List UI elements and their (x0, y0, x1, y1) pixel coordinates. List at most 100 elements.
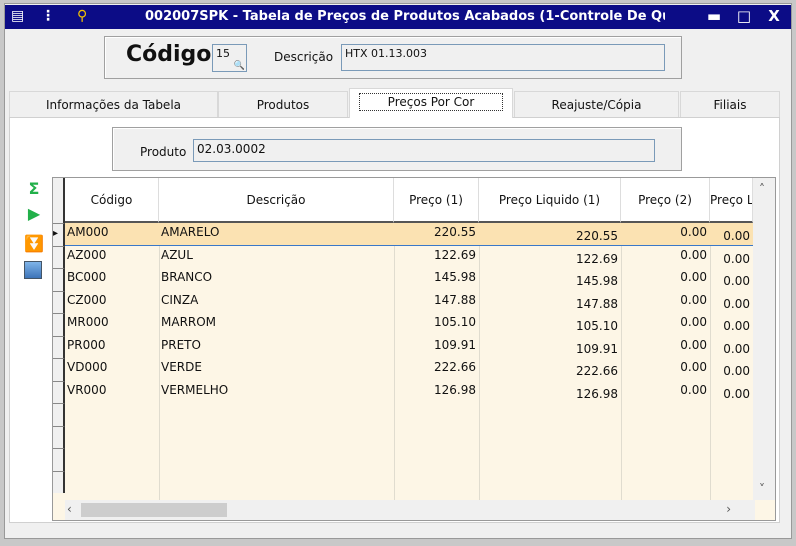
table-cell: BC000 (67, 270, 107, 284)
maximize-button[interactable]: □ (733, 7, 755, 25)
row-indicator[interactable] (53, 358, 65, 381)
tab-precos-por-cor[interactable]: Preços Por Cor (349, 88, 513, 118)
tab-reajuste-copia[interactable]: Reajuste/Cópia (514, 91, 679, 117)
table-cell: BRANCO (161, 270, 213, 284)
table-cell: MARROM (161, 315, 217, 329)
table-cell: 0.00 (723, 251, 750, 266)
column-header[interactable]: Preço L (710, 178, 753, 223)
column-header[interactable]: Código (65, 178, 159, 223)
table-cell: 220.55 (576, 229, 618, 243)
table-row[interactable]: AM000 AMARELO 220.55 220.55 0.00 0.00 (65, 223, 753, 246)
table-row[interactable]: PR000 PRETO 109.91 109.91 0.00 0.00 (65, 336, 753, 359)
title-bar: ▤ ⋮ ⚲ 002007SPK - Tabela de Preços de Pr… (5, 5, 791, 29)
download-icon[interactable]: ⏬ (24, 234, 44, 253)
table-cell: 147.88 (576, 296, 618, 311)
codigo-value: 15 (216, 47, 230, 60)
wrench-icon[interactable]: ⚲ (77, 8, 87, 24)
tab-produtos[interactable]: Produtos (218, 91, 348, 117)
row-indicator[interactable] (53, 380, 65, 403)
table-cell: AZUL (161, 247, 193, 262)
scroll-thumb[interactable] (81, 503, 227, 517)
table-cell: CINZA (161, 292, 199, 307)
horizontal-scrollbar[interactable]: ‹ › (65, 500, 755, 520)
tab-label: Preços Por Cor (358, 93, 504, 111)
table-row[interactable]: VR000 VERMELHO 126.98 126.98 0.00 0.00 (65, 381, 753, 404)
table-row[interactable]: MR000 MARROM 105.10 105.10 0.00 0.00 (65, 313, 753, 336)
table-cell: VERDE (161, 360, 202, 374)
produto-label: Produto (140, 145, 187, 159)
row-indicator[interactable] (53, 335, 65, 358)
table-cell: CZ000 (67, 292, 107, 307)
row-indicator[interactable] (53, 290, 65, 313)
table-cell: 0.00 (680, 360, 707, 374)
tab-label: Filiais (713, 98, 747, 112)
table-cell: 222.66 (434, 360, 476, 374)
table-cell: 222.66 (576, 364, 618, 378)
tab-label: Produtos (256, 98, 310, 112)
row-indicator[interactable]: ▸ (53, 223, 65, 246)
table-cell: 0.00 (680, 382, 707, 397)
scroll-left-icon[interactable]: ‹ (67, 502, 72, 516)
row-indicator[interactable] (53, 470, 65, 493)
search-icon[interactable]: 🔍 (234, 61, 245, 71)
table-cell: 105.10 (434, 315, 476, 329)
codigo-input[interactable]: 15 🔍 (212, 44, 247, 72)
scroll-right-icon[interactable]: › (726, 502, 731, 516)
row-indicator[interactable] (53, 403, 65, 426)
table-cell: 220.55 (434, 225, 476, 239)
table-cell: 0.00 (723, 296, 750, 311)
table-cell: 0.00 (723, 364, 750, 378)
minimize-button[interactable]: ▬ (703, 7, 725, 25)
scroll-down-icon[interactable]: ˅ (759, 482, 765, 496)
column-header[interactable]: Descrição (159, 178, 394, 223)
close-button[interactable]: X (763, 7, 785, 25)
table-cell: AMARELO (161, 225, 220, 239)
tab-filiais[interactable]: Filiais (680, 91, 780, 117)
table-cell: 0.00 (680, 270, 707, 284)
table-cell: 109.91 (576, 341, 618, 356)
traffic-light-icon[interactable]: ⋮ (41, 8, 55, 24)
column-header[interactable]: Preço (2) (621, 178, 710, 223)
row-indicator[interactable] (53, 268, 65, 291)
image-icon[interactable] (24, 261, 42, 279)
table-cell: 105.10 (576, 319, 618, 333)
table-cell: PR000 (67, 337, 106, 352)
table-row[interactable]: BC000 BRANCO 145.98 145.98 0.00 0.00 (65, 268, 753, 291)
menu-icon[interactable]: ▤ (11, 8, 24, 24)
export-icon[interactable]: ▶ (24, 204, 44, 223)
column-header[interactable]: Preço (1) (394, 178, 479, 223)
table-cell: VERMELHO (161, 382, 229, 397)
table-cell: 0.00 (723, 386, 750, 401)
tab-label: Reajuste/Cópia (551, 98, 642, 112)
table-cell: VD000 (67, 360, 108, 374)
table-row[interactable]: AZ000 AZUL 122.69 122.69 0.00 0.00 (65, 246, 753, 269)
row-indicator[interactable] (53, 313, 65, 336)
table-cell: 0.00 (680, 292, 707, 307)
tab-label: Informações da Tabela (45, 98, 182, 112)
table-row[interactable]: VD000 VERDE 222.66 222.66 0.00 0.00 (65, 358, 753, 381)
table-cell: PRETO (161, 337, 201, 352)
column-header[interactable]: Preço Liquido (1) (479, 178, 621, 223)
table-row[interactable]: CZ000 CINZA 147.88 147.88 0.00 0.00 (65, 291, 753, 314)
table-cell: 126.98 (434, 382, 476, 397)
codigo-label: Código (126, 42, 212, 67)
descricao-input[interactable]: HTX 01.13.003 (341, 44, 665, 71)
table-cell: 145.98 (434, 270, 476, 284)
table-cell: 0.00 (680, 337, 707, 352)
tab-informacoes[interactable]: Informações da Tabela (9, 91, 218, 117)
table-cell: 0.00 (680, 315, 707, 329)
table-cell: 0.00 (680, 247, 707, 262)
produto-input[interactable]: 02.03.0002 (193, 139, 655, 162)
row-indicator[interactable] (53, 448, 65, 471)
table-cell: AM000 (67, 225, 109, 239)
sum-icon[interactable]: Σ (24, 179, 44, 198)
vertical-scrollbar[interactable]: ˄ ˅ (753, 178, 775, 500)
table-cell: 147.88 (434, 292, 476, 307)
descricao-label: Descrição (274, 50, 334, 64)
table-cell: AZ000 (67, 247, 107, 262)
window-title: 002007SPK - Tabela de Preços de Produtos… (145, 9, 665, 24)
row-indicator[interactable] (53, 245, 65, 268)
scroll-up-icon[interactable]: ˄ (759, 182, 765, 196)
table-cell: 0.00 (723, 229, 750, 243)
row-indicator[interactable] (53, 425, 65, 448)
